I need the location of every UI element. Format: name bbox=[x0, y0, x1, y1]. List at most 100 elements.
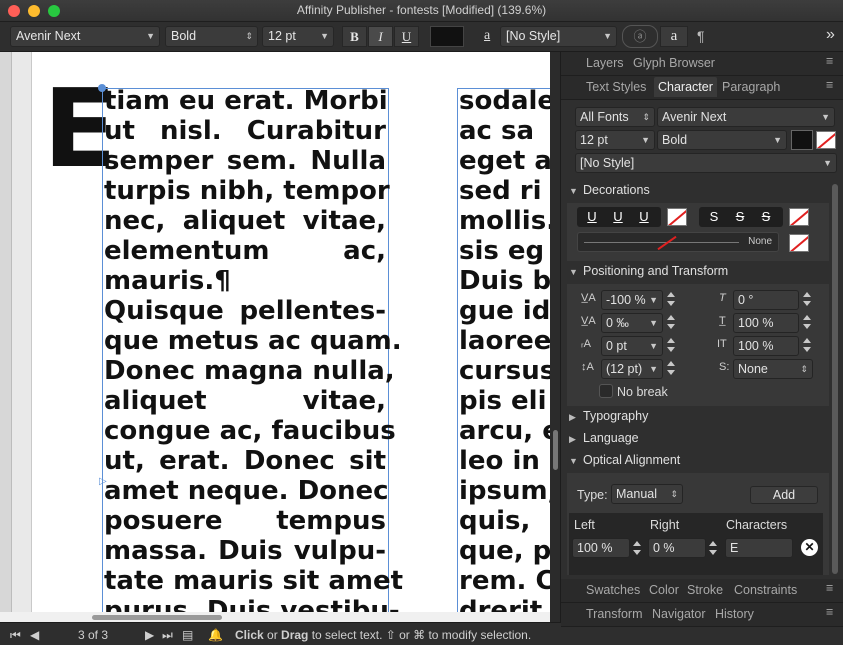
decoration-line-style-dropdown[interactable]: None bbox=[577, 232, 779, 252]
tab-layers[interactable]: Layers bbox=[586, 56, 624, 70]
character-style-dropdown[interactable]: [No Style] ▼ bbox=[575, 153, 837, 173]
shear-icon: T bbox=[719, 292, 726, 304]
line-preview bbox=[584, 242, 739, 243]
kerning-value: 0 ‰ bbox=[606, 316, 629, 330]
text-column-2[interactable]: sodaleac saeget aused rimollis.sis egDui… bbox=[459, 86, 550, 612]
underline-button[interactable]: U bbox=[394, 26, 419, 47]
right-value-stepper[interactable] bbox=[709, 539, 717, 557]
tab-glyph-browser[interactable]: Glyph Browser bbox=[633, 56, 715, 70]
strikethrough-single-button[interactable]: S bbox=[727, 207, 753, 227]
horizontal-scale-stepper[interactable] bbox=[803, 336, 811, 354]
document-canvas[interactable]: E ▷ tiam eu erat. Morbi ut nisl. Curabitu… bbox=[0, 52, 550, 612]
paragraph-style-dropdown[interactable]: [No Style] ▼ bbox=[500, 26, 617, 47]
vertical-scale-stepper[interactable] bbox=[803, 313, 811, 331]
optical-type-dropdown[interactable]: Manual ⇕ bbox=[611, 484, 683, 504]
text-column-1[interactable]: tiam eu erat. Morbi ut nisl. Curabitur sem… bbox=[104, 86, 403, 612]
optical-alignment-header[interactable]: ▼ Optical Alignment bbox=[569, 453, 829, 473]
tab-transform[interactable]: Transform bbox=[586, 607, 643, 621]
language-header[interactable]: ▶ Language bbox=[569, 431, 829, 451]
toolbar-overflow-button[interactable]: » bbox=[826, 26, 835, 44]
shear-stepper[interactable] bbox=[803, 290, 811, 308]
panel-menu-icon[interactable]: ≡ bbox=[826, 78, 833, 92]
characters-value: E bbox=[730, 541, 739, 555]
strikethrough-button[interactable]: S bbox=[701, 207, 727, 227]
panel-menu-icon[interactable]: ≡ bbox=[826, 605, 833, 619]
italic-button[interactable]: I bbox=[368, 26, 393, 47]
tab-history[interactable]: History bbox=[715, 607, 754, 621]
tab-paragraph[interactable]: Paragraph bbox=[722, 80, 780, 94]
strike-color-swatch[interactable] bbox=[789, 208, 809, 226]
text-line: pis eli bbox=[459, 386, 547, 416]
kerning-field[interactable]: 0 ‰ ▼ bbox=[601, 313, 663, 333]
bold-button[interactable]: B bbox=[342, 26, 367, 47]
positioning-header[interactable]: ▼ Positioning and Transform bbox=[569, 264, 829, 284]
chevron-down-icon: ▼ bbox=[649, 364, 658, 374]
tracking-stepper[interactable] bbox=[667, 290, 675, 308]
vertical-scale-field[interactable]: 100 % bbox=[733, 313, 799, 333]
character-style-button[interactable]: a bbox=[660, 26, 688, 47]
canvas-horizontal-scrollbar[interactable] bbox=[0, 612, 550, 622]
highlight-color-none-swatch[interactable] bbox=[816, 131, 836, 149]
text-style-circle-button[interactable]: ⓐ bbox=[622, 25, 658, 48]
language-title: Language bbox=[583, 431, 639, 445]
tab-navigator[interactable]: Navigator bbox=[652, 607, 706, 621]
font-size-dropdown[interactable]: 12 pt ▼ bbox=[262, 26, 334, 47]
canvas-horizontal-scroll-thumb[interactable] bbox=[92, 615, 222, 620]
underline-color-swatch[interactable] bbox=[667, 208, 687, 226]
first-page-button[interactable]: ⏮ bbox=[10, 628, 21, 643]
panel-font-size-dropdown[interactable]: 12 pt ▼ bbox=[575, 130, 655, 150]
tracking-value: -100 % bbox=[606, 293, 646, 307]
panel-font-style-dropdown[interactable]: Bold ▼ bbox=[657, 130, 787, 150]
warning-bell-icon[interactable]: 🔔 bbox=[208, 628, 223, 642]
font-collection-dropdown[interactable]: All Fonts ⇕ bbox=[575, 107, 655, 127]
typography-style-dropdown[interactable]: None ⇕ bbox=[733, 359, 813, 379]
typography-header[interactable]: ▶ Typography bbox=[569, 409, 829, 429]
add-button[interactable]: Add bbox=[750, 486, 818, 504]
tab-stroke[interactable]: Stroke bbox=[687, 583, 723, 597]
kerning-stepper[interactable] bbox=[667, 313, 675, 331]
remove-entry-icon[interactable]: ✕ bbox=[801, 539, 818, 556]
next-page-button[interactable]: ▶ bbox=[145, 628, 154, 642]
line-color-swatch[interactable] bbox=[789, 234, 809, 252]
tracking-field[interactable]: -100 % ▼ bbox=[601, 290, 663, 310]
left-value-field[interactable]: 100 % bbox=[572, 538, 630, 558]
previous-page-button[interactable]: ◀ bbox=[30, 628, 39, 642]
leading-stepper[interactable] bbox=[667, 359, 675, 377]
horizontal-scale-field[interactable]: 100 % bbox=[733, 336, 799, 356]
canvas-vertical-scroll-thumb[interactable] bbox=[553, 430, 558, 470]
show-special-characters-button[interactable]: ¶ bbox=[697, 28, 705, 44]
triangle-down-icon: ▼ bbox=[569, 267, 578, 277]
paragraph-style-icon: a bbox=[484, 28, 491, 43]
panel-text-color-swatch[interactable] bbox=[791, 130, 813, 150]
updown-icon: ⇕ bbox=[800, 364, 808, 374]
tab-swatches[interactable]: Swatches bbox=[586, 583, 640, 597]
text-color-swatch[interactable] bbox=[430, 26, 464, 47]
no-break-checkbox[interactable] bbox=[599, 384, 613, 398]
right-value-field[interactable]: 0 % bbox=[648, 538, 706, 558]
underline-double-button[interactable]: U bbox=[605, 207, 631, 227]
panel-menu-icon[interactable]: ≡ bbox=[826, 581, 833, 595]
panel-menu-icon[interactable]: ≡ bbox=[826, 54, 833, 68]
underline-single-button[interactable]: U bbox=[579, 207, 605, 227]
left-value-stepper[interactable] bbox=[633, 539, 641, 557]
font-style-dropdown[interactable]: Bold ⇕ bbox=[165, 26, 258, 47]
optical-alignment-title: Optical Alignment bbox=[583, 453, 681, 467]
tab-text-styles[interactable]: Text Styles bbox=[586, 80, 646, 94]
last-page-button[interactable]: ⏭ bbox=[162, 628, 173, 643]
shear-field[interactable]: 0 ° bbox=[733, 290, 799, 310]
leading-field[interactable]: (12 pt) ▼ bbox=[601, 359, 663, 379]
pages-icon[interactable]: ▤ bbox=[182, 628, 193, 642]
underline-button-group: U U U bbox=[577, 207, 661, 227]
panel-font-family-dropdown[interactable]: Avenir Next ▼ bbox=[657, 107, 835, 127]
panel-scroll-thumb[interactable] bbox=[832, 184, 838, 574]
characters-field[interactable]: E bbox=[725, 538, 793, 558]
underline-triple-button[interactable]: U bbox=[631, 207, 657, 227]
strikethrough-double-button[interactable]: S bbox=[753, 207, 779, 227]
baseline-stepper[interactable] bbox=[667, 336, 675, 354]
tab-color[interactable]: Color bbox=[649, 583, 679, 597]
font-family-dropdown[interactable]: Avenir Next ▼ bbox=[10, 26, 160, 47]
baseline-field[interactable]: 0 pt ▼ bbox=[601, 336, 663, 356]
decorations-header[interactable]: ▼ Decorations bbox=[569, 183, 829, 203]
tab-character[interactable]: Character bbox=[654, 77, 717, 97]
tab-constraints[interactable]: Constraints bbox=[734, 583, 797, 597]
